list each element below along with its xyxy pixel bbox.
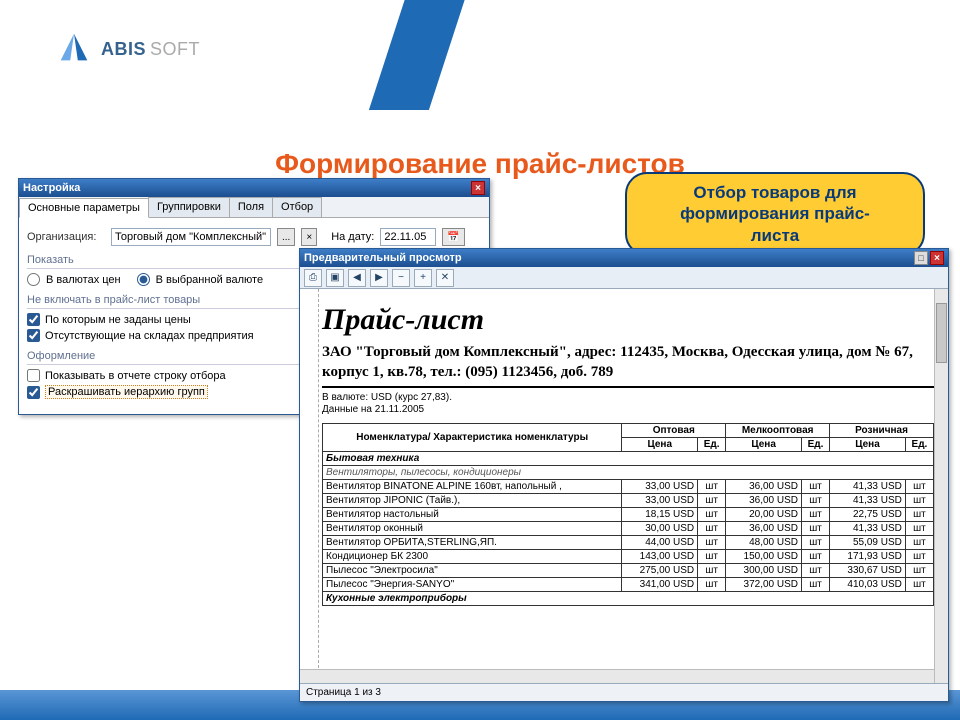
table-row: Вентилятор оконный30,00 USDшт36,00 USDшт… — [323, 522, 934, 536]
callout-bubble: Отбор товаров для формирования прайс- ли… — [625, 172, 925, 256]
tab-fields[interactable]: Поля — [229, 197, 273, 217]
doc-title: Прайс-лист — [322, 303, 934, 337]
table-row: Пылесос "Энергия-SANYO"341,00 USDшт372,0… — [323, 578, 934, 592]
chk-label: Показывать в отчете строку отбора — [45, 370, 226, 382]
col-unit: Ед. — [802, 438, 830, 452]
date-line: Данные на 21.11.2005 — [322, 404, 934, 415]
chk-label: Отсутствующие на складах предприятия — [45, 330, 254, 342]
table-row: Вентилятор ОРБИТА,STERLING,ЯП.44,00 USDш… — [323, 536, 934, 550]
chk-no-stock[interactable] — [27, 329, 40, 342]
table-row: Вентилятор BINATONE ALPINE 160вт, наполь… — [323, 480, 934, 494]
chk-label: По которым не заданы цены — [45, 314, 191, 326]
settings-titlebar[interactable]: Настройка × — [19, 179, 489, 197]
callout-line: листа — [641, 225, 909, 246]
preview-titlebar[interactable]: Предварительный просмотр □ × — [300, 249, 948, 267]
preview-toolbar: ⎙ ▣ ◀ ▶ − + ✕ — [300, 267, 948, 289]
statusbar: Страница 1 из 3 — [300, 683, 948, 701]
page-indicator: Страница 1 из 3 — [306, 687, 381, 698]
chk-label: Раскрашивать иерархию групп — [45, 385, 208, 399]
radio-label: В выбранной валюте — [156, 274, 263, 286]
tab-grouping[interactable]: Группировки — [148, 197, 230, 217]
close-icon[interactable]: × — [930, 251, 944, 265]
margin-guide — [318, 289, 319, 683]
radio-label: В валютах цен — [46, 274, 121, 286]
brand-name: ABIS — [101, 39, 146, 60]
currency-line: В валюте: USD (курс 27,83). — [322, 392, 934, 403]
maximize-icon[interactable]: □ — [914, 251, 928, 265]
zoom-in-icon[interactable]: + — [414, 269, 432, 287]
table-row: Вентилятор настольный18,15 USDшт20,00 US… — [323, 508, 934, 522]
settings-title: Настройка — [23, 182, 80, 194]
chk-show-filter[interactable] — [27, 369, 40, 382]
col-group-opt: Оптовая — [622, 424, 726, 438]
preview-window: Предварительный просмотр □ × ⎙ ▣ ◀ ▶ − +… — [299, 248, 949, 702]
col-price: Цена — [830, 438, 906, 452]
col-group-retail: Розничная — [830, 424, 934, 438]
col-unit: Ед. — [905, 438, 933, 452]
org-label: Организация: — [27, 231, 105, 243]
radio-selected-currency[interactable] — [137, 273, 150, 286]
table-row: Пылесос "Электросила"275,00 USDшт300,00 … — [323, 564, 934, 578]
zoom-out-icon[interactable]: − — [392, 269, 410, 287]
vertical-scrollbar[interactable] — [934, 289, 948, 683]
org-input[interactable] — [111, 228, 271, 246]
company-address: ЗАО "Торговый дом Комплексный", адрес: 1… — [322, 343, 934, 388]
chk-no-price[interactable] — [27, 313, 40, 326]
page-setup-icon[interactable]: ▣ — [326, 269, 344, 287]
print-icon[interactable]: ⎙ — [304, 269, 322, 287]
chk-colorize[interactable] — [27, 386, 40, 399]
brand-suffix: SOFT — [150, 39, 200, 60]
col-unit: Ед. — [698, 438, 726, 452]
next-page-icon[interactable]: ▶ — [370, 269, 388, 287]
group-row: Бытовая техника — [323, 452, 934, 466]
subgroup-row: Вентиляторы, пылесосы, кондиционеры — [323, 466, 934, 480]
brand-logo: ABISSOFT — [55, 30, 200, 68]
callout-line: Отбор товаров для — [641, 182, 909, 203]
table-row: Вентилятор JIPONIC (Тайв.),33,00 USDшт36… — [323, 494, 934, 508]
date-label: На дату: — [331, 231, 374, 243]
col-nomenclature: Номенклатура/ Характеристика номенклатур… — [323, 424, 622, 452]
settings-tabs: Основные параметры Группировки Поля Отбо… — [19, 197, 489, 218]
table-row: Кондиционер БК 2300143,00 USDшт150,00 US… — [323, 550, 934, 564]
calendar-icon[interactable] — [442, 228, 464, 246]
org-clear-button[interactable]: × — [301, 228, 317, 246]
col-group-small: Мелкооптовая — [726, 424, 830, 438]
close-icon[interactable]: × — [471, 181, 485, 195]
col-price: Цена — [622, 438, 698, 452]
logo-icon — [55, 30, 93, 68]
org-browse-button[interactable]: ... — [277, 228, 295, 246]
horizontal-scrollbar[interactable] — [300, 669, 934, 683]
close-preview-icon[interactable]: ✕ — [436, 269, 454, 287]
radio-currency-prices[interactable] — [27, 273, 40, 286]
tab-filter[interactable]: Отбор — [272, 197, 322, 217]
prev-page-icon[interactable]: ◀ — [348, 269, 366, 287]
preview-title: Предварительный просмотр — [304, 252, 462, 264]
col-price: Цена — [726, 438, 802, 452]
date-input[interactable] — [380, 228, 436, 246]
callout-line: формирования прайс- — [641, 203, 909, 224]
group-row: Кухонные электроприборы — [323, 592, 934, 606]
price-table: Номенклатура/ Характеристика номенклатур… — [322, 423, 934, 606]
document-viewport[interactable]: Прайс-лист ЗАО "Торговый дом Комплексный… — [300, 289, 948, 683]
decor-slash — [369, 0, 471, 110]
tab-main[interactable]: Основные параметры — [19, 198, 149, 218]
